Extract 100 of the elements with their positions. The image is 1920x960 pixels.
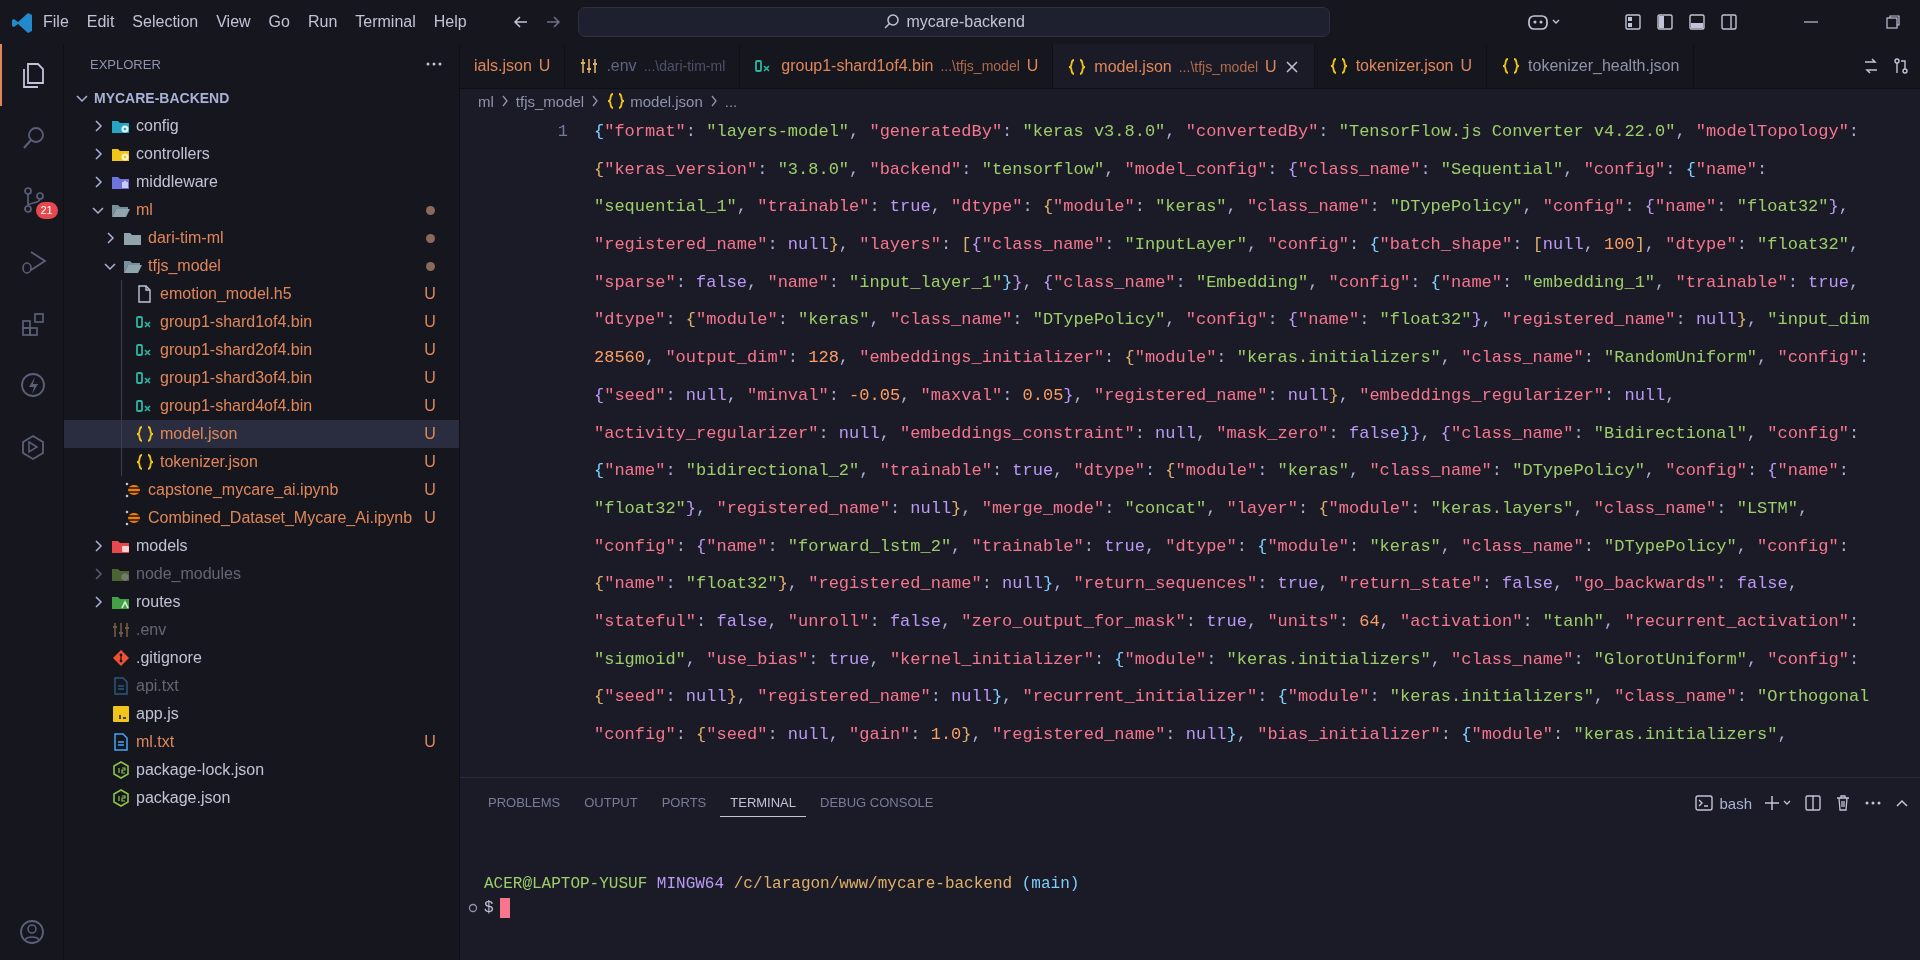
compare-icon[interactable] (1862, 57, 1880, 75)
file-tree-item[interactable]: config (64, 112, 459, 140)
app-logo-icon (12, 11, 34, 33)
file-tree-item[interactable]: models (64, 532, 459, 560)
file-tree-item[interactable]: tfjs_model (64, 252, 459, 280)
new-terminal-icon[interactable] (1764, 795, 1792, 811)
notebook-icon (123, 509, 143, 527)
menu-item[interactable]: Terminal (346, 9, 425, 35)
code-line: "dtype": {"module": "keras", "class_name": "DTypePolicy", "config": {"name": "float32"}, "registered_name": null}, "input_dim (594, 309, 1870, 332)
cursor-icon (499, 898, 510, 918)
command-center-search[interactable]: mycare-backend (577, 7, 1330, 37)
panel-toggle-icon[interactable] (1688, 13, 1706, 31)
breadcrumb-item[interactable]: tfjs_model (515, 92, 585, 110)
file-tree-item[interactable]: dari-tim-ml (64, 224, 459, 252)
menu-item[interactable]: Help (424, 9, 476, 35)
account-icon[interactable] (17, 918, 46, 946)
terminal-line: ACER@LAPTOP-YUSUF MINGW64 /c/laragon/www/mycare-backend (main) (483, 874, 1081, 895)
panel-tab[interactable]: PROBLEMS (478, 789, 571, 817)
braces-icon (1501, 57, 1522, 75)
hexagon-icon (111, 761, 131, 779)
file-tree-item[interactable]: package-lock.json (64, 756, 459, 784)
trash-icon[interactable] (1834, 794, 1852, 812)
braces-icon (1328, 57, 1349, 75)
file-tree-item[interactable]: Combined_Dataset_Mycare_Ai.ipynb U (64, 504, 459, 532)
code-line: "config": {"seed": null, "gain": 1.0}, "registered_name": null}, "bias_initializer": {"module": "keras.initializers", (594, 724, 1789, 746)
file-tree-item[interactable]: group1-shard3of4.bin U (64, 364, 459, 392)
code-line: "sequential_1", "trainable": true, "dtype": {"module": "keras", "class_name": "DTypePolicy", "config": {"name": "float32"}, (594, 196, 1850, 219)
panel-tab[interactable]: TERMINAL (720, 789, 806, 817)
notification-badge: 21 (35, 202, 58, 219)
code-line: {"seed": null, "minval": -0.05, "maxval": 0.05}, "registered_name": null}, "embeddings_regularizer": null, (594, 384, 1677, 407)
menu-item[interactable]: View (207, 9, 260, 35)
terminal-icon (1695, 794, 1714, 812)
close-icon[interactable] (1283, 58, 1300, 75)
terminal-selector[interactable]: bash (1695, 794, 1752, 812)
file-tree-item[interactable]: emotion_model.h5 U (64, 280, 459, 308)
file-tree-item[interactable]: middleware (64, 168, 459, 196)
document-icon (111, 733, 131, 751)
change-dot-icon (426, 205, 435, 215)
editor-tab[interactable]: model.json ...\tfjs_model U (1053, 44, 1315, 88)
lightning-icon[interactable] (18, 371, 47, 399)
diamond-icon (111, 649, 131, 667)
sliders-icon (579, 57, 600, 75)
sidebar-title: EXPLORER (90, 56, 161, 72)
code-line: "float32"}, "registered_name": null}, "merge_mode": "concat", "layer": {"module": "keras.layers", "class_name": "LSTM", (594, 497, 1810, 520)
layout-icon[interactable] (1624, 13, 1642, 31)
code-line: "activity_regularizer": null, "embeddings_constraint": null, "mask_zero": false}}, {"class_name": "Bidirectional", "config": (594, 422, 1861, 445)
code-line: {"format": "layers-model", "generatedBy": "keras v3.8.0", "convertedBy": "TensorFlow.js Converter v4.22.0", "modelTopology": (594, 121, 1861, 143)
braces-icon (135, 453, 155, 471)
file-tree-item[interactable]: capstone_mycare_ai.ipynb U (64, 476, 459, 504)
code-line: "sparse": false, "name": "input_layer_1"}}, {"class_name": "Embedding", "config": {"name": "embedding_1", "trainable": true, (594, 271, 1861, 294)
circle-icon (468, 903, 478, 913)
braces-icon (606, 92, 627, 110)
panel-tab[interactable]: PORTS (651, 789, 717, 817)
file-tree-item[interactable]: group1-shard1of4.bin U (64, 308, 459, 336)
search-icon (882, 13, 901, 31)
file-tree-item[interactable]: ml.txt U (64, 728, 459, 756)
document-icon (111, 677, 131, 695)
split-icon[interactable] (1804, 794, 1822, 812)
workspace-header[interactable]: MYCARE-BACKEND (64, 84, 459, 112)
file-tree-item[interactable]: group1-shard2of4.bin U (64, 336, 459, 364)
code-line: 28560, "output_dim": 128, "embeddings_initializer": {"module": "keras.initializers", "class_name": "RandomUniform", "config": (594, 347, 1870, 370)
code-line: {"keras_version": "3.8.0", "backend": "tensorflow", "model_config": {"class_name": "Sequential", "config": {"name": (594, 158, 1769, 181)
sidebar-toggle-icon[interactable] (1656, 13, 1674, 31)
change-dot-icon (426, 261, 435, 271)
code-line: {"name": "bidirectional_2", "trainable": true, "dtype": {"module": "keras", "class_name": "DTypePolicy", "config": {"name": (594, 460, 1850, 483)
code-line: {"seed": null}, "registered_name": null}, "recurrent_initializer": {"module": "keras.initializers", "class_name": "Orthogonal (594, 686, 1870, 709)
file-tree-item[interactable]: .gitignore (64, 644, 459, 672)
menu-item[interactable]: Edit (77, 9, 124, 35)
code-line: "sigmoid", "use_bias": true, "kernel_initializer": {"module": "keras.initializers", "class_name": "GlorotUniform", "config": (594, 648, 1861, 671)
change-dot-icon (426, 233, 435, 243)
code-line: "stateful": false, "unroll": false, "zero_output_for_mask": true, "units": 64, "activation": "tanh", "recurrent_activation": (594, 610, 1861, 633)
file-tree-item[interactable]: package.json (64, 784, 459, 812)
file-tree-item[interactable]: controllers (64, 140, 459, 168)
menu-item[interactable]: Go (259, 9, 299, 35)
file-tree-item[interactable]: ml (64, 196, 459, 224)
git-compare-icon[interactable] (1892, 57, 1910, 75)
braces-icon (1067, 57, 1088, 76)
menu-item[interactable]: Run (298, 9, 347, 35)
code-line: {"name": "float32"}, "registered_name": null}, "return_sequences": true, "return_state": false, "go_backwards": false, (594, 573, 1799, 596)
file-tree-item[interactable]: routes (64, 588, 459, 616)
panel-tab[interactable]: OUTPUT (574, 789, 648, 817)
breadcrumb-item[interactable]: model.json (606, 92, 703, 110)
notebook-icon (123, 481, 143, 499)
code-line: "config": {"name": "forward_lstm_2", "trainable": true, "dtype": {"module": "keras", "class_name": "DTypePolicy", "config": (594, 535, 1850, 558)
js-file-icon (111, 705, 131, 723)
breadcrumb-item[interactable]: ml (478, 92, 494, 110)
file-tree-item[interactable]: group1-shard4of4.bin U (64, 392, 459, 420)
file-tree-item[interactable]: model.json U (64, 420, 459, 448)
menu-item[interactable]: File (34, 9, 78, 35)
menu-item[interactable]: Selection (123, 9, 208, 35)
restore-icon[interactable] (1884, 13, 1902, 31)
sliders-icon (111, 621, 131, 639)
braces-icon (135, 425, 155, 443)
secondary-sidebar-icon[interactable] (1720, 13, 1738, 31)
hexagon-icon (111, 789, 131, 807)
file-tree-item[interactable]: tokenizer.json U (64, 448, 459, 476)
line-number: 1 (556, 121, 568, 143)
file-tree-item[interactable]: app.js (64, 700, 459, 728)
panel-tab[interactable]: DEBUG CONSOLE (810, 789, 944, 817)
breadcrumb-item[interactable]: ... (724, 92, 738, 110)
